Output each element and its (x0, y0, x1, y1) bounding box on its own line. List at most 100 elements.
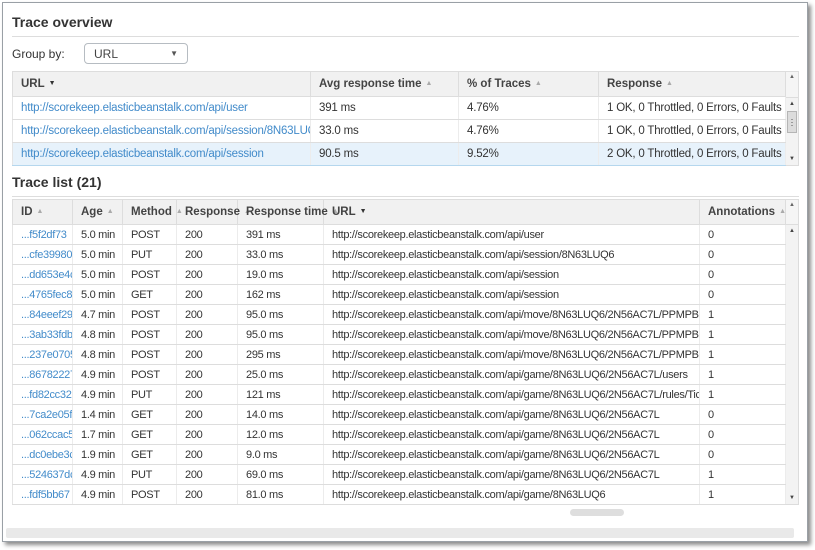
table-row[interactable]: ...fdf5bb674.9 minPOST20081.0 mshttp://s… (13, 485, 786, 505)
list-header-response[interactable]: Response▲ (177, 200, 238, 225)
id-link[interactable]: ...dc0ebe3c (21, 449, 73, 461)
horizontal-scrollbar[interactable] (6, 528, 794, 538)
table-row[interactable]: ...f5f2df735.0 minPOST200391 mshttp://sc… (13, 225, 786, 245)
overview-header-avg-response-time[interactable]: Avg response time▲ (311, 72, 459, 97)
id-link[interactable]: ...86782227 (21, 369, 73, 381)
resp-cell: 1 OK, 0 Throttled, 0 Errors, 0 Faults (599, 120, 786, 143)
id-cell: ...cfe39980 (13, 245, 73, 265)
response-cell: 200 (177, 425, 238, 445)
table-row[interactable]: http://scorekeep.elasticbeanstalk.com/ap… (13, 97, 786, 120)
id-link[interactable]: ...cfe39980 (21, 249, 72, 261)
list-header-annotations[interactable]: Annotations▲ (700, 200, 786, 225)
annotations-cell: 1 (700, 365, 786, 385)
group-by-row: Group by: URL ▼ (12, 43, 799, 64)
table-row[interactable]: http://scorekeep.elasticbeanstalk.com/ap… (13, 143, 786, 166)
response-cell: 200 (177, 325, 238, 345)
group-by-dropdown[interactable]: URL ▼ (84, 43, 188, 64)
url-link[interactable]: http://scorekeep.elasticbeanstalk.com/ap… (21, 148, 264, 160)
response-cell: 200 (177, 225, 238, 245)
age-cell: 5.0 min (73, 265, 123, 285)
url-cell: http://scorekeep.elasticbeanstalk.com/ap… (324, 345, 700, 365)
table-row[interactable]: ...524637dc4.9 minPUT20069.0 mshttp://sc… (13, 465, 786, 485)
table-row[interactable]: http://scorekeep.elasticbeanstalk.com/ap… (13, 120, 786, 143)
annotations-cell: 1 (700, 485, 786, 505)
scrollbar-thumb[interactable] (787, 111, 797, 133)
horizontal-scrollbar-thumb[interactable] (570, 509, 624, 516)
sort-asc-icon: ▲ (535, 80, 542, 87)
scroll-up-icon[interactable]: ▲ (786, 71, 799, 98)
time-cell: 95.0 ms (238, 325, 324, 345)
url-cell: http://scorekeep.elasticbeanstalk.com/ap… (324, 325, 700, 345)
table-row[interactable]: ...fd82cc324.9 minPUT200121 mshttp://sco… (13, 385, 786, 405)
table-row[interactable]: ...84eeef294.7 minPOST20095.0 mshttp://s… (13, 305, 786, 325)
trace-overview-table: URL▼ Avg response time▲ % of Traces▲ Res… (12, 71, 786, 166)
avg-cell: 391 ms (311, 97, 459, 120)
scroll-up-icon[interactable]: ▲ (786, 98, 798, 110)
scroll-down-icon[interactable]: ▼ (786, 153, 798, 165)
table-row[interactable]: ...867822274.9 minPOST20025.0 mshttp://s… (13, 365, 786, 385)
sort-asc-icon: ▲ (37, 208, 44, 215)
list-header-method[interactable]: Method▲ (123, 200, 177, 225)
overview-header-url[interactable]: URL▼ (13, 72, 311, 97)
method-cell: POST (123, 345, 177, 365)
time-cell: 14.0 ms (238, 405, 324, 425)
sort-asc-icon: ▲ (107, 208, 114, 215)
id-link[interactable]: ...062ccac5 (21, 429, 73, 441)
scroll-up-icon[interactable]: ▲ (786, 225, 798, 237)
scrollbar-track[interactable]: ▲ ▼ (786, 98, 799, 166)
table-row[interactable]: ...7ca2e05f1.4 minGET20014.0 mshttp://sc… (13, 405, 786, 425)
url-cell: http://scorekeep.elasticbeanstalk.com/ap… (324, 285, 700, 305)
id-link[interactable]: ...4765fec8 (21, 289, 72, 301)
scroll-down-icon[interactable]: ▼ (786, 492, 798, 504)
url-cell: http://scorekeep.elasticbeanstalk.com/ap… (324, 445, 700, 465)
age-cell: 1.9 min (73, 445, 123, 465)
overview-header-pct-of-traces[interactable]: % of Traces▲ (459, 72, 599, 97)
scroll-up-icon[interactable]: ▲ (786, 199, 799, 225)
age-cell: 4.9 min (73, 385, 123, 405)
list-header-id[interactable]: ID▲ (13, 200, 73, 225)
id-link[interactable]: ...dd653e4c (21, 269, 73, 281)
table-row[interactable]: ...cfe399805.0 minPUT20033.0 mshttp://sc… (13, 245, 786, 265)
time-cell: 95.0 ms (238, 305, 324, 325)
url-cell: http://scorekeep.elasticbeanstalk.com/ap… (324, 425, 700, 445)
method-cell: PUT (123, 385, 177, 405)
age-cell: 4.7 min (73, 305, 123, 325)
time-cell: 295 ms (238, 345, 324, 365)
table-row[interactable]: ...062ccac51.7 minGET20012.0 mshttp://sc… (13, 425, 786, 445)
id-link[interactable]: ...7ca2e05f (21, 409, 72, 421)
table-row[interactable]: ...237e07054.8 minPOST200295 mshttp://sc… (13, 345, 786, 365)
id-link[interactable]: ...fdf5bb67 (21, 489, 70, 501)
response-cell: 200 (177, 445, 238, 465)
table-row[interactable]: ...dd653e4c5.0 minPOST20019.0 mshttp://s… (13, 265, 786, 285)
annotations-cell: 0 (700, 265, 786, 285)
id-link[interactable]: ...fd82cc32 (21, 389, 72, 401)
id-cell: ...524637dc (13, 465, 73, 485)
list-header-response-time[interactable]: Response time▲ (238, 200, 324, 225)
list-header-age[interactable]: Age▲ (73, 200, 123, 225)
overview-header-response[interactable]: Response▲ (599, 72, 786, 97)
trace-list-scrollbar[interactable]: ▲ ▲ ▼ (786, 199, 799, 505)
scrollbar-track[interactable]: ▲ ▼ (786, 225, 799, 505)
id-cell: ...84eeef29 (13, 305, 73, 325)
list-header-url[interactable]: URL▼ (324, 200, 700, 225)
overview-scrollbar[interactable]: ▲ ▲ ▼ (786, 71, 799, 166)
id-link[interactable]: ...84eeef29 (21, 309, 73, 321)
resp-cell: 2 OK, 0 Throttled, 0 Errors, 0 Faults (599, 143, 786, 166)
id-link[interactable]: ...f5f2df73 (21, 229, 67, 241)
table-row[interactable]: ...3ab33fdb4.8 minPOST20095.0 mshttp://s… (13, 325, 786, 345)
url-link[interactable]: http://scorekeep.elasticbeanstalk.com/ap… (21, 125, 311, 137)
scrollbar-track-fill (786, 237, 798, 492)
table-row[interactable]: ...dc0ebe3c1.9 minGET2009.0 mshttp://sco… (13, 445, 786, 465)
method-cell: GET (123, 285, 177, 305)
url-link[interactable]: http://scorekeep.elasticbeanstalk.com/ap… (21, 102, 248, 114)
trace-overview-table-wrap: URL▼ Avg response time▲ % of Traces▲ Res… (12, 71, 799, 166)
id-link[interactable]: ...524637dc (21, 469, 73, 481)
url-cell: http://scorekeep.elasticbeanstalk.com/ap… (324, 365, 700, 385)
url-cell: http://scorekeep.elasticbeanstalk.com/ap… (324, 305, 700, 325)
annotations-cell: 0 (700, 445, 786, 465)
id-link[interactable]: ...237e0705 (21, 349, 73, 361)
id-link[interactable]: ...3ab33fdb (21, 329, 73, 341)
table-row[interactable]: ...4765fec85.0 minGET200162 mshttp://sco… (13, 285, 786, 305)
response-cell: 200 (177, 385, 238, 405)
avg-cell: 33.0 ms (311, 120, 459, 143)
